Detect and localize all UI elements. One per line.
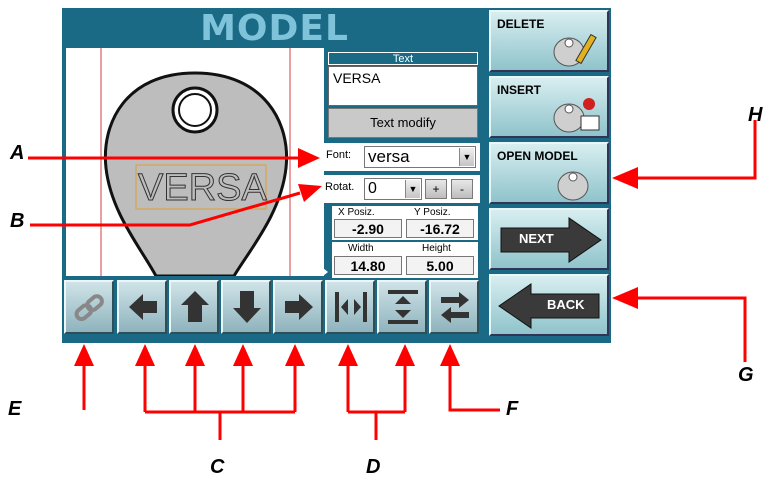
callout-f: F	[506, 398, 519, 420]
callout-e: E	[8, 398, 22, 420]
callout-h: H	[748, 104, 763, 126]
callout-g: G	[738, 364, 754, 386]
callout-d: D	[366, 456, 381, 478]
callout-b: B	[10, 210, 25, 232]
callout-arrows	[28, 120, 757, 440]
callout-a: A	[10, 142, 25, 164]
callout-c: C	[210, 456, 225, 478]
